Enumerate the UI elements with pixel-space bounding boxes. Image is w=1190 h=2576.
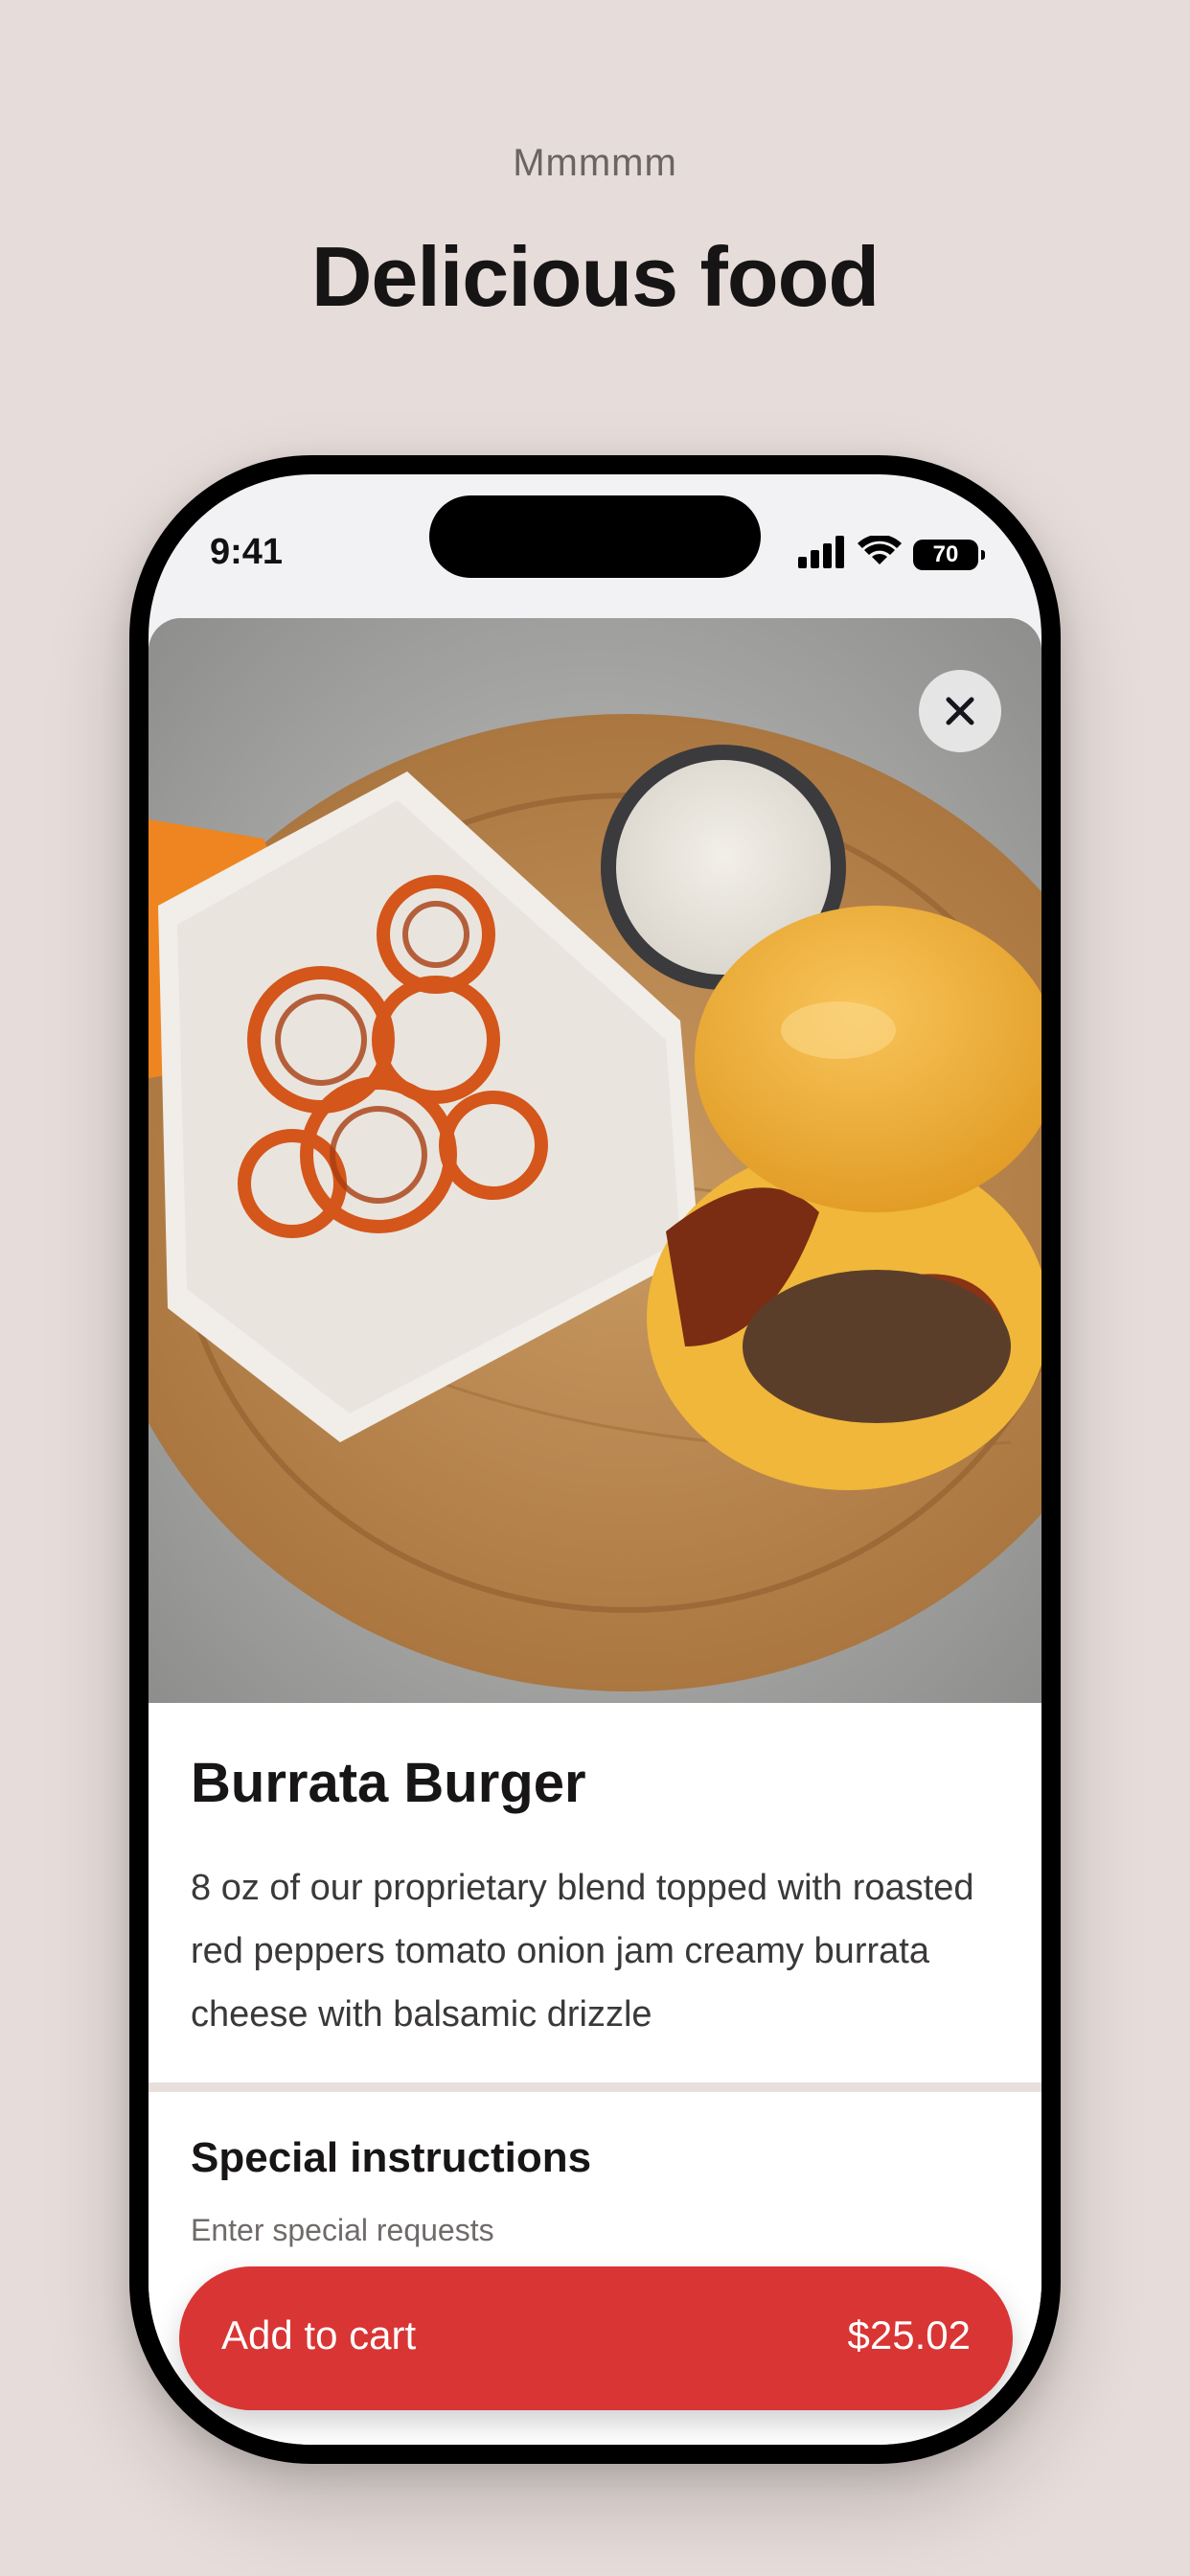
item-description: 8 oz of our proprietary blend topped wit… [191, 1868, 974, 2035]
phone-frame: 9:41 70 Burrata Burger 8 oz of our propr… [129, 455, 1061, 2464]
status-icons: 70 [798, 534, 985, 573]
add-to-cart-button[interactable]: Add to cart $25.02 [179, 2266, 1013, 2410]
status-time: 9:41 [210, 532, 284, 572]
close-icon [946, 697, 974, 725]
wifi-icon [858, 534, 902, 573]
special-instructions-input[interactable]: Enter special requests [191, 2213, 494, 2248]
item-title: Burrata Burger [191, 1752, 586, 1814]
signal-icon [798, 536, 846, 573]
phone-screen: 9:41 70 Burrata Burger 8 oz of our propr… [149, 474, 1041, 2445]
headline: Delicious food [310, 229, 880, 324]
food-photo [149, 618, 1041, 1703]
eyebrow-text: Mmmmm [513, 142, 677, 184]
section-divider [149, 2082, 1041, 2092]
special-instructions-title: Special instructions [191, 2134, 592, 2181]
add-to-cart-label: Add to cart [221, 2312, 417, 2358]
cart-price: $25.02 [847, 2312, 971, 2358]
battery-icon: 70 [913, 539, 985, 570]
close-button[interactable] [919, 670, 1001, 752]
status-bar: 9:41 70 [149, 474, 1041, 618]
dynamic-island [429, 495, 761, 578]
item-detail-sheet: Burrata Burger 8 oz of our proprietary b… [149, 618, 1041, 2445]
